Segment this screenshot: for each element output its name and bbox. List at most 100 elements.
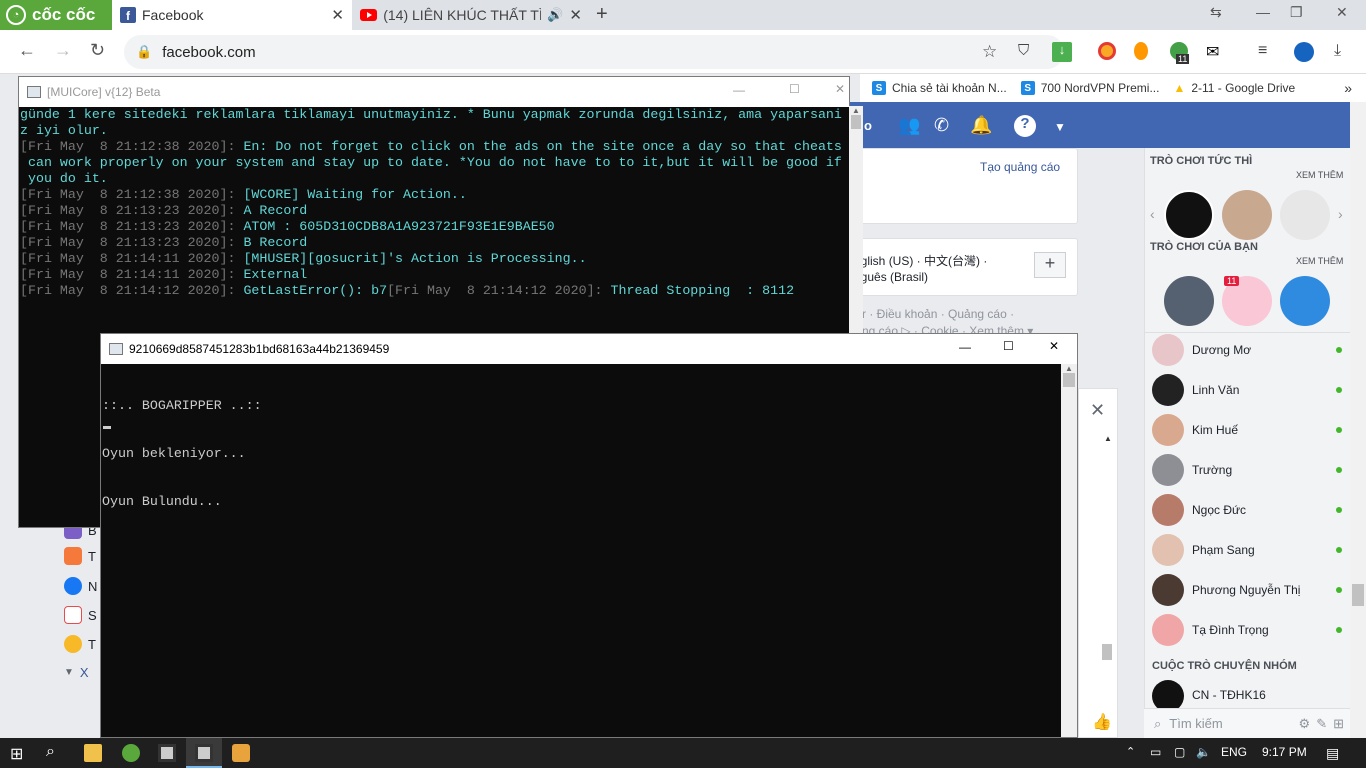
- close-window-icon[interactable]: ✕: [835, 82, 845, 96]
- dialog-scrollbar-thumb[interactable]: [1102, 644, 1112, 660]
- chat-contact[interactable]: Tạ Đình Trọng: [1152, 612, 1342, 648]
- chat-contact[interactable]: Kim Huế: [1152, 412, 1342, 448]
- restore-icon[interactable]: ❐: [1290, 4, 1303, 21]
- bookmark-item[interactable]: S Chia sẻ tài khoản N...: [872, 81, 1007, 95]
- chat-contact[interactable]: Dương Mơ: [1152, 332, 1342, 368]
- playlist-icon[interactable]: ≡: [1258, 42, 1267, 60]
- page-scrollbar-thumb[interactable]: [1352, 584, 1364, 606]
- more-bookmarks-icon[interactable]: »: [1344, 80, 1352, 96]
- search-icon[interactable]: ⌕: [46, 743, 55, 761]
- add-language-button[interactable]: +: [1034, 252, 1066, 278]
- audio-playing-icon[interactable]: 🔊: [547, 7, 563, 23]
- maximize-icon[interactable]: ☐: [789, 82, 800, 96]
- input-language[interactable]: ENG: [1221, 745, 1247, 759]
- coccoc-taskbar-icon[interactable]: [122, 744, 140, 762]
- minimize-icon[interactable]: —: [733, 83, 745, 97]
- forward-arrow-icon[interactable]: →: [54, 40, 72, 61]
- chrome-extension-icon[interactable]: [1098, 42, 1116, 60]
- close-window-icon[interactable]: ✕: [1336, 4, 1348, 21]
- footer-links[interactable]: r · Điều khoản · Quảng cáo ·: [862, 307, 1014, 321]
- address-bar[interactable]: 🔒 facebook.com: [124, 35, 1064, 69]
- message: A Record: [243, 203, 308, 218]
- download-green-icon[interactable]: ↓: [1052, 42, 1072, 62]
- scroll-up-icon[interactable]: ▲: [849, 106, 863, 115]
- carousel-next-icon[interactable]: ›: [1338, 206, 1343, 222]
- account-menu-chevron-icon[interactable]: ▼: [1054, 120, 1066, 134]
- scroll-thumb[interactable]: [851, 115, 861, 129]
- bookmark-item[interactable]: ▲ 2-11 - Google Drive: [1173, 81, 1295, 95]
- coccoc-logo[interactable]: ◔ cốc cốc: [0, 0, 112, 30]
- create-ad-link[interactable]: Tạo quảng cáo: [980, 160, 1060, 174]
- clock[interactable]: 9:17 PM: [1262, 745, 1307, 759]
- friends-icon[interactable]: 👥: [898, 115, 920, 136]
- action-center-icon[interactable]: ▤: [1326, 745, 1339, 762]
- back-arrow-icon[interactable]: ←: [18, 40, 36, 61]
- page-scrollbar[interactable]: [1350, 102, 1366, 738]
- firefox-extension-icon[interactable]: [1134, 42, 1148, 60]
- carousel-prev-icon[interactable]: ‹: [1150, 206, 1155, 222]
- maximize-icon[interactable]: ☐: [1003, 339, 1014, 353]
- tab-close-icon[interactable]: ✕: [569, 6, 582, 24]
- notifications-bell-icon[interactable]: 🔔: [970, 115, 992, 136]
- game-thumbnail[interactable]: [1280, 190, 1330, 240]
- language-list[interactable]: nglish (US) · 中文(台灣) ·: [854, 252, 987, 269]
- tab-search-icon[interactable]: ⇆: [1210, 4, 1222, 21]
- left-nav-item[interactable]: T: [64, 546, 104, 566]
- bookmark-item[interactable]: S 700 NordVPN Premi...: [1020, 81, 1159, 95]
- game-thumbnail[interactable]: [1222, 190, 1272, 240]
- network-icon[interactable]: ▢: [1174, 745, 1185, 759]
- windows-start-icon[interactable]: ⊞: [10, 744, 23, 764]
- scroll-up-icon[interactable]: ▲: [1061, 364, 1077, 373]
- window-title-bar[interactable]: [MUICore] v{12} Beta — ☐ ✕: [19, 77, 849, 107]
- minimize-icon[interactable]: —: [959, 340, 971, 354]
- bookmark-star-icon[interactable]: ☆: [982, 42, 997, 62]
- profile-avatar[interactable]: [1294, 42, 1314, 62]
- scroll-thumb[interactable]: [1063, 373, 1075, 387]
- game-thumbnail[interactable]: [1164, 190, 1214, 240]
- console-window-bogaripper[interactable]: 9210669d8587451283b1bd68163a44b21369459 …: [100, 333, 1078, 738]
- chat-contact[interactable]: Linh Văn: [1152, 372, 1342, 408]
- chat-contact[interactable]: Phương Nguyễn Thị: [1152, 572, 1342, 608]
- show-hidden-icons-icon[interactable]: ⌃: [1126, 745, 1135, 758]
- left-nav-item[interactable]: T: [64, 634, 104, 654]
- file-explorer-icon[interactable]: [84, 744, 102, 762]
- left-nav-item[interactable]: N: [64, 576, 104, 596]
- see-more-link[interactable]: XEM THÊM: [1296, 170, 1343, 180]
- window-title-bar[interactable]: 9210669d8587451283b1bd68163a44b21369459 …: [101, 334, 1077, 364]
- close-window-icon[interactable]: ✕: [1049, 339, 1059, 353]
- console-taskbar-icon[interactable]: [158, 744, 176, 762]
- chat-contact[interactable]: Ngọc Đức: [1152, 492, 1342, 528]
- volume-icon[interactable]: 🔈: [1196, 745, 1211, 759]
- tab-facebook[interactable]: f Facebook ✕: [112, 0, 352, 30]
- group-chat[interactable]: CN - TĐHK16: [1152, 680, 1342, 712]
- shield-icon[interactable]: ⛉: [1018, 42, 1029, 59]
- chat-search-bar[interactable]: ⌕ Tìm kiếm ⚙✎⊞: [1144, 708, 1350, 738]
- battery-icon[interactable]: ▭: [1150, 745, 1161, 759]
- app-taskbar-icon[interactable]: [232, 744, 250, 762]
- minimize-icon[interactable]: —: [1256, 4, 1270, 20]
- left-nav-see-more[interactable]: ▼ X: [64, 662, 104, 682]
- see-more-link[interactable]: XEM THÊM: [1296, 256, 1343, 266]
- chat-settings-icons[interactable]: ⚙✎⊞: [1299, 716, 1350, 732]
- messenger-icon[interactable]: ✆: [934, 115, 949, 136]
- console2-scrollbar[interactable]: ▲: [1061, 364, 1077, 737]
- chat-contact[interactable]: Trường: [1152, 452, 1342, 488]
- youtube-favicon-icon: [360, 9, 378, 21]
- chat-contact[interactable]: Phạm Sang: [1152, 532, 1342, 568]
- downloads-icon[interactable]: ⤓: [1334, 42, 1341, 60]
- like-thumb-icon[interactable]: 👍: [1092, 712, 1112, 732]
- console1-scrollbar[interactable]: ▲: [849, 106, 863, 336]
- tab-close-icon[interactable]: ✕: [331, 6, 344, 24]
- left-nav-item[interactable]: S: [64, 605, 104, 625]
- game-thumbnail[interactable]: [1164, 276, 1214, 326]
- mail-icon[interactable]: ✉: [1206, 42, 1219, 62]
- close-dialog-icon[interactable]: ✕: [1090, 400, 1105, 421]
- chat-search-input[interactable]: Tìm kiếm: [1169, 716, 1222, 731]
- reload-icon[interactable]: ↻: [90, 40, 105, 61]
- help-icon[interactable]: ?: [1014, 115, 1036, 137]
- game-thumbnail[interactable]: [1280, 276, 1330, 326]
- tab-youtube[interactable]: (14) LIÊN KHÚC THẤT TÌN 🔊 ✕: [352, 0, 590, 30]
- language-list-2[interactable]: uguês (Brasil): [854, 270, 928, 284]
- dialog-scroll-up-icon[interactable]: ▲: [1104, 434, 1112, 443]
- new-tab-icon[interactable]: +: [596, 3, 608, 26]
